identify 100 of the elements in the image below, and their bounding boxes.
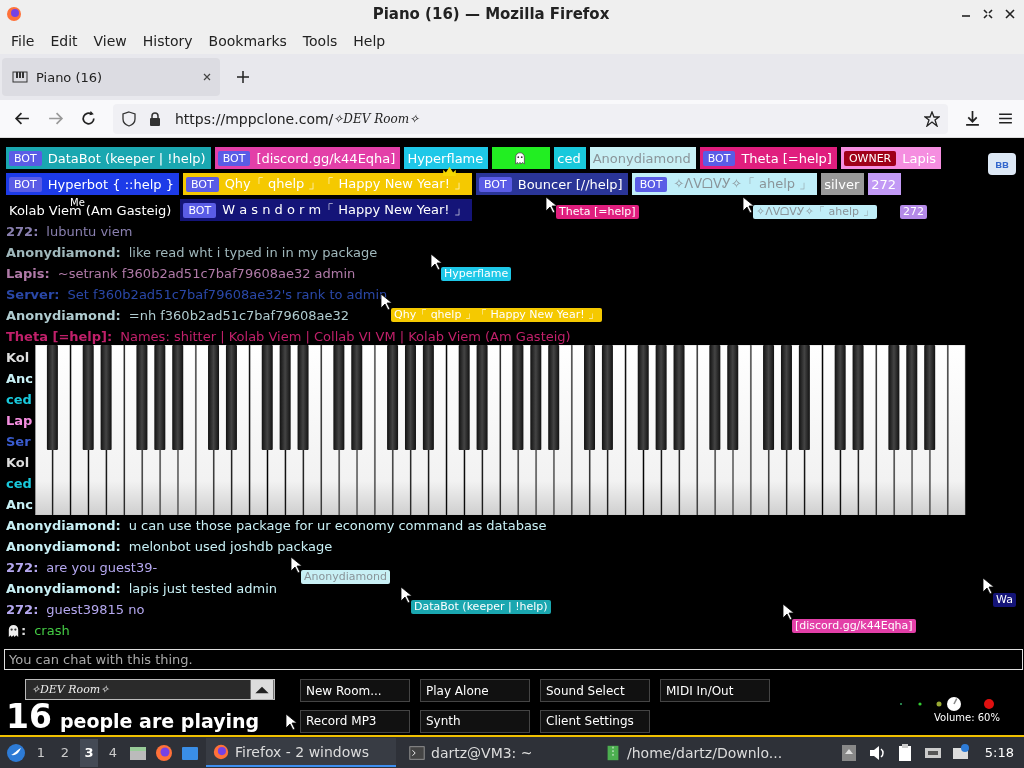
close-icon[interactable] — [1004, 8, 1016, 20]
cursor-label: Me — [70, 197, 85, 208]
toggle-button[interactable]: ʙʙ — [988, 153, 1016, 175]
cursor-label: DataBot (keeper | !help) — [411, 600, 551, 614]
menu-item[interactable]: View — [85, 33, 135, 49]
user-tag[interactable]: BOT Hyperbot { ::help } — [6, 173, 179, 195]
taskbar-button[interactable]: dartz@VM3: ~ — [402, 738, 592, 767]
caret-icon[interactable] — [250, 680, 274, 699]
chat-username: Lapis: — [6, 266, 50, 281]
reload-icon[interactable] — [80, 110, 97, 127]
record-light-icon — [984, 699, 994, 709]
user-tag[interactable]: BOT DataBot (keeper | !help) — [6, 147, 211, 169]
chat-message: lubuntu viem — [46, 224, 133, 239]
player-count: 16 — [6, 699, 52, 735]
chat-username: 272: — [6, 224, 39, 239]
player-count-label: people are playing — [59, 710, 260, 732]
ghost-icon — [513, 151, 528, 165]
user-tag[interactable]: BOT Qhy「 qhelp 」「 Happy New Year! 」 — [182, 173, 472, 195]
workspace-button[interactable]: 4 — [104, 738, 122, 767]
workspace-button[interactable]: 1 — [32, 738, 50, 767]
chat-username: 272: — [6, 602, 39, 617]
terminal-icon — [408, 743, 426, 762]
user-tag[interactable]: BOT Bouncer [//help] — [476, 173, 628, 195]
chat-username: Kol — [6, 350, 30, 365]
chat-username: Anonydiamond: — [6, 245, 121, 260]
menu-item[interactable]: Tools — [294, 33, 346, 49]
chat-username: 272: — [6, 560, 39, 575]
close-icon[interactable] — [202, 72, 212, 82]
chat-message: Names: shitter | Kolab Viem | Collab VI VM | Kolab Viem (Am Gasteig) — [120, 329, 571, 344]
chat-username: ced — [6, 476, 32, 491]
user-tag[interactable]: BOT [discord.gg/k44Eqha] — [214, 147, 401, 169]
chat-message: like read wht i typed in in my package — [128, 245, 378, 260]
chat-message: =nh f360b2ad51c7baf79608ae32 — [128, 308, 349, 323]
control-button[interactable]: Record MP3 — [300, 709, 410, 733]
chat-username: Anonydiamond: — [6, 308, 121, 323]
menu-item[interactable]: File — [3, 33, 43, 49]
chat-username: Server: — [6, 287, 60, 302]
control-button[interactable]: Sound Select — [540, 679, 650, 702]
back-icon[interactable] — [14, 110, 31, 127]
user-tag[interactable] — [492, 147, 551, 169]
download-icon[interactable] — [964, 110, 981, 127]
taskbar-button[interactable]: Firefox - 2 windows — [206, 738, 396, 767]
firefox-icon — [6, 6, 22, 22]
volume-knob[interactable] — [944, 694, 964, 714]
chat-username: ced — [6, 392, 32, 407]
workspace-button[interactable]: 3 — [80, 738, 98, 767]
chat-username: Theta [=help]: — [6, 329, 113, 344]
piano-keyboard[interactable] — [35, 345, 966, 515]
chat-message: crash — [34, 623, 70, 638]
chat-message: Set f360b2ad51c7baf79608ae32's rank to admin — [67, 287, 388, 302]
chat-username: Anonydiamond: — [6, 518, 121, 533]
new-tab-icon[interactable] — [236, 70, 250, 84]
clock: 5:18 — [984, 745, 1014, 760]
user-tag[interactable]: BOT Theta [=help] — [699, 147, 837, 169]
restore-icon[interactable] — [982, 8, 994, 20]
menu-item[interactable]: History — [134, 33, 201, 49]
control-button[interactable]: Synth — [420, 709, 530, 733]
firefox-icon — [212, 742, 230, 761]
menu-icon[interactable] — [997, 110, 1014, 127]
cursor-label: Hyperflame — [441, 267, 512, 281]
control-button[interactable]: New Room... — [300, 679, 410, 702]
cursor-label: [discord.gg/k44Eqha] — [792, 619, 916, 633]
control-button[interactable]: Play Alone — [420, 679, 530, 702]
user-tag[interactable]: BOT ✧ᐱᐯᗝᐯᎩ✧「 ahelp 」 — [631, 173, 818, 195]
firefox-icon[interactable] — [154, 742, 174, 763]
taskbar-button[interactable]: /home/dartz/Downlo... — [598, 738, 788, 767]
volume-label: Volume: 60% — [934, 712, 1000, 723]
cursor-label: ✧ᐱᐯᗝᐯᎩ✧「 ahelp 」 — [753, 205, 877, 219]
chat-username: Anonydiamond: — [6, 539, 121, 554]
cursor-label: Wa — [993, 593, 1016, 607]
chat-username: Kol — [6, 455, 30, 470]
start-menu-icon[interactable] — [6, 742, 26, 763]
chat-username: Ser — [6, 434, 31, 449]
piano-icon — [12, 69, 28, 85]
control-button[interactable]: Client Settings — [540, 709, 650, 733]
chat-username: Lap — [6, 413, 33, 428]
chat-message: lapis just tested admin — [128, 581, 278, 596]
chat-username: Anc — [6, 371, 34, 386]
ghost-icon — [6, 623, 21, 638]
browser-tab[interactable]: Piano (16) — [2, 58, 220, 96]
chat-input[interactable]: You can chat with this thing. — [4, 649, 1023, 670]
user-tag[interactable]: OWNER Lapis — [840, 147, 942, 169]
room-dropdown[interactable]: ✧DEV Room✧ — [25, 679, 275, 700]
menu-item[interactable]: Help — [345, 33, 394, 49]
chat-username: Anc — [6, 497, 34, 512]
workspace-button[interactable]: 2 — [56, 738, 74, 767]
forward-icon[interactable] — [47, 110, 64, 127]
chat-message: are you guest39- — [46, 560, 158, 575]
address-bar[interactable]: https://mppclone.com/✧DEV Room✧ — [113, 103, 948, 134]
crown-icon — [443, 167, 456, 176]
chat-message: melonbot used joshdb package — [128, 539, 333, 554]
cursor-label: Qhy「 qhelp 」「 Happy New Year! 」 — [391, 308, 603, 322]
menu-item[interactable]: Edit — [42, 33, 86, 49]
control-button[interactable]: MIDI In/Out — [660, 679, 770, 702]
chat-message: ~setrank f360b2ad51c7baf79608ae32 admin — [57, 266, 356, 281]
cursor-label: 272 — [900, 205, 927, 219]
user-tag[interactable]: BOT W a s n d o r m「 Happy New Year! 」 — [180, 199, 472, 221]
menu-item[interactable]: Bookmarks — [200, 33, 295, 49]
chat-message: u can use those package for ur economy command as database — [128, 518, 547, 533]
chat-username: : — [21, 623, 27, 638]
